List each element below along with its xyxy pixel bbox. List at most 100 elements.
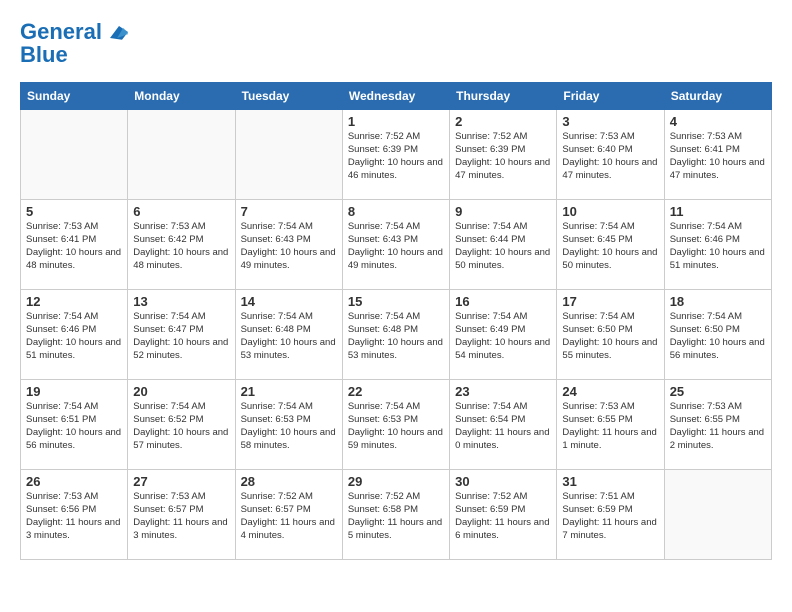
calendar-cell: 3Sunrise: 7:53 AM Sunset: 6:40 PM Daylig… — [557, 110, 664, 200]
day-number: 15 — [348, 294, 444, 309]
day-number: 18 — [670, 294, 766, 309]
calendar-cell: 28Sunrise: 7:52 AM Sunset: 6:57 PM Dayli… — [235, 470, 342, 560]
calendar-cell: 29 Sunrise: 7:52 AM Sunset: 6:58 PM Dayli… — [342, 470, 449, 560]
day-info: Sunrise: 7:54 AM Sunset: 6:54 PM Dayligh… — [455, 401, 551, 452]
day-number: 12 — [26, 294, 122, 309]
calendar-cell: 6 Sunrise: 7:53 AM Sunset: 6:42 PM Daylig… — [128, 200, 235, 290]
day-info: Sunrise: 7:52 AM Sunset: 6:58 PM Dayligh… — [348, 491, 444, 542]
calendar-cell: 2 Sunrise: 7:52 AM Sunset: 6:39 PM Daylig… — [450, 110, 557, 200]
calendar-cell: 4 Sunrise: 7:53 AM Sunset: 6:41 PM Daylig… — [664, 110, 771, 200]
day-info: Sunrise: 7:54 AM Sunset: 6:49 PM Dayligh… — [455, 311, 551, 362]
calendar-cell: 11 Sunrise: 7:54 AM Sunset: 6:46 PM Dayli… — [664, 200, 771, 290]
calendar-cell: 9Sunrise: 7:54 AM Sunset: 6:44 PM Daylig… — [450, 200, 557, 290]
day-info: Sunrise: 7:54 AM Sunset: 6:43 PM Dayligh… — [241, 221, 337, 272]
day-number: 6 — [133, 204, 229, 219]
day-number: 16 — [455, 294, 551, 309]
day-number: 28 — [241, 474, 337, 489]
calendar-cell: 16 Sunrise: 7:54 AM Sunset: 6:49 PM Dayli… — [450, 290, 557, 380]
day-number: 5 — [26, 204, 122, 219]
calendar-cell — [235, 110, 342, 200]
day-number: 4 — [670, 114, 766, 129]
calendar-cell: 10Sunrise: 7:54 AM Sunset: 6:45 PM Dayli… — [557, 200, 664, 290]
calendar-table: SundayMondayTuesdayWednesdayThursdayFrid… — [20, 82, 772, 560]
calendar-cell: 5 Sunrise: 7:53 AM Sunset: 6:41 PM Daylig… — [21, 200, 128, 290]
day-number: 19 — [26, 384, 122, 399]
day-info: Sunrise: 7:54 AM Sunset: 6:51 PM Dayligh… — [26, 401, 122, 452]
day-number: 17 — [562, 294, 658, 309]
day-number: 31 — [562, 474, 658, 489]
weekday-header-thursday: Thursday — [450, 83, 557, 110]
day-info: Sunrise: 7:54 AM Sunset: 6:53 PM Dayligh… — [241, 401, 337, 452]
calendar-cell: 23Sunrise: 7:54 AM Sunset: 6:54 PM Dayli… — [450, 380, 557, 470]
day-info: Sunrise: 7:54 AM Sunset: 6:48 PM Dayligh… — [348, 311, 444, 362]
day-info: Sunrise: 7:54 AM Sunset: 6:46 PM Dayligh… — [26, 311, 122, 362]
calendar-cell: 24 Sunrise: 7:53 AM Sunset: 6:55 PM Dayli… — [557, 380, 664, 470]
calendar-cell: 27 Sunrise: 7:53 AM Sunset: 6:57 PM Dayli… — [128, 470, 235, 560]
calendar-cell: 20 Sunrise: 7:54 AM Sunset: 6:52 PM Dayli… — [128, 380, 235, 470]
day-info: Sunrise: 7:54 AM Sunset: 6:43 PM Dayligh… — [348, 221, 444, 272]
calendar-cell: 8 Sunrise: 7:54 AM Sunset: 6:43 PM Daylig… — [342, 200, 449, 290]
day-number: 14 — [241, 294, 337, 309]
day-info: Sunrise: 7:53 AM Sunset: 6:41 PM Dayligh… — [670, 131, 766, 182]
logo-text: General — [20, 20, 102, 44]
weekday-header-sunday: Sunday — [21, 83, 128, 110]
logo-blue: Blue — [20, 44, 128, 66]
day-info: Sunrise: 7:51 AM Sunset: 6:59 PM Dayligh… — [562, 491, 658, 542]
calendar-cell: 19 Sunrise: 7:54 AM Sunset: 6:51 PM Dayli… — [21, 380, 128, 470]
day-number: 25 — [670, 384, 766, 399]
calendar-cell: 7 Sunrise: 7:54 AM Sunset: 6:43 PM Daylig… — [235, 200, 342, 290]
day-info: Sunrise: 7:54 AM Sunset: 6:44 PM Dayligh… — [455, 221, 551, 272]
calendar-cell: 18 Sunrise: 7:54 AM Sunset: 6:50 PM Dayli… — [664, 290, 771, 380]
calendar-cell: 13Sunrise: 7:54 AM Sunset: 6:47 PM Dayli… — [128, 290, 235, 380]
calendar-cell: 30 Sunrise: 7:52 AM Sunset: 6:59 PM Dayli… — [450, 470, 557, 560]
day-number: 30 — [455, 474, 551, 489]
day-info: Sunrise: 7:53 AM Sunset: 6:41 PM Dayligh… — [26, 221, 122, 272]
calendar-cell: 14 Sunrise: 7:54 AM Sunset: 6:48 PM Dayli… — [235, 290, 342, 380]
day-number: 3 — [562, 114, 658, 129]
day-number: 11 — [670, 204, 766, 219]
calendar-cell: 12 Sunrise: 7:54 AM Sunset: 6:46 PM Dayli… — [21, 290, 128, 380]
weekday-header-saturday: Saturday — [664, 83, 771, 110]
day-number: 20 — [133, 384, 229, 399]
day-info: Sunrise: 7:53 AM Sunset: 6:57 PM Dayligh… — [133, 491, 229, 542]
day-number: 2 — [455, 114, 551, 129]
day-number: 22 — [348, 384, 444, 399]
day-number: 7 — [241, 204, 337, 219]
calendar-cell: 21 Sunrise: 7:54 AM Sunset: 6:53 PM Dayli… — [235, 380, 342, 470]
weekday-header-monday: Monday — [128, 83, 235, 110]
day-number: 24 — [562, 384, 658, 399]
logo-icon — [104, 20, 128, 44]
calendar-cell: 26Sunrise: 7:53 AM Sunset: 6:56 PM Dayli… — [21, 470, 128, 560]
day-info: Sunrise: 7:54 AM Sunset: 6:52 PM Dayligh… — [133, 401, 229, 452]
day-info: Sunrise: 7:52 AM Sunset: 6:39 PM Dayligh… — [455, 131, 551, 182]
day-info: Sunrise: 7:54 AM Sunset: 6:50 PM Dayligh… — [670, 311, 766, 362]
logo: General Blue — [20, 20, 128, 66]
day-info: Sunrise: 7:52 AM Sunset: 6:59 PM Dayligh… — [455, 491, 551, 542]
weekday-header-tuesday: Tuesday — [235, 83, 342, 110]
day-number: 8 — [348, 204, 444, 219]
day-number: 29 — [348, 474, 444, 489]
weekday-header-wednesday: Wednesday — [342, 83, 449, 110]
day-info: Sunrise: 7:54 AM Sunset: 6:48 PM Dayligh… — [241, 311, 337, 362]
day-info: Sunrise: 7:54 AM Sunset: 6:50 PM Dayligh… — [562, 311, 658, 362]
calendar-cell — [21, 110, 128, 200]
calendar-cell: 25Sunrise: 7:53 AM Sunset: 6:55 PM Dayli… — [664, 380, 771, 470]
day-info: Sunrise: 7:52 AM Sunset: 6:39 PM Dayligh… — [348, 131, 444, 182]
weekday-header-friday: Friday — [557, 83, 664, 110]
calendar-cell — [664, 470, 771, 560]
day-number: 1 — [348, 114, 444, 129]
calendar-cell: 22Sunrise: 7:54 AM Sunset: 6:53 PM Dayli… — [342, 380, 449, 470]
day-number: 21 — [241, 384, 337, 399]
day-info: Sunrise: 7:53 AM Sunset: 6:42 PM Dayligh… — [133, 221, 229, 272]
page-header: General Blue — [20, 20, 772, 66]
calendar-cell: 1 Sunrise: 7:52 AM Sunset: 6:39 PM Daylig… — [342, 110, 449, 200]
day-info: Sunrise: 7:54 AM Sunset: 6:46 PM Dayligh… — [670, 221, 766, 272]
day-number: 27 — [133, 474, 229, 489]
calendar-cell: 15 Sunrise: 7:54 AM Sunset: 6:48 PM Dayli… — [342, 290, 449, 380]
day-number: 26 — [26, 474, 122, 489]
day-number: 10 — [562, 204, 658, 219]
calendar-cell: 31 Sunrise: 7:51 AM Sunset: 6:59 PM Dayli… — [557, 470, 664, 560]
day-info: Sunrise: 7:53 AM Sunset: 6:55 PM Dayligh… — [562, 401, 658, 452]
calendar-cell: 17 Sunrise: 7:54 AM Sunset: 6:50 PM Dayli… — [557, 290, 664, 380]
calendar-cell — [128, 110, 235, 200]
